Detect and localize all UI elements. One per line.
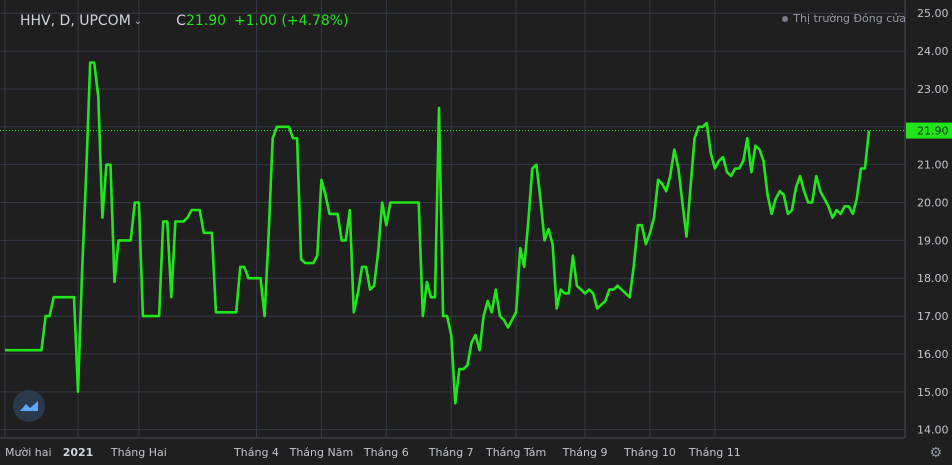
x-tick-label: Tháng 10: [623, 446, 676, 459]
close-value: 21.90: [185, 13, 227, 29]
price-change: +1.00 (+4.78%): [234, 13, 349, 29]
y-tick-label: 15.00: [917, 386, 949, 399]
chart-header: HHV, D, UPCOM ⌄ C 21.90 +1.00 (+4.78%): [20, 11, 349, 31]
y-tick-label: 24.00: [917, 45, 949, 58]
x-tick-label: Tháng 7: [428, 446, 474, 459]
close-label: C: [176, 13, 186, 29]
x-tick-label: Tháng Hai: [110, 446, 167, 459]
x-tick-label: Tháng 9: [562, 446, 608, 459]
x-tick-label: Tháng 6: [363, 446, 409, 459]
y-tick-label: 20.00: [917, 197, 949, 210]
market-status-label: Thị trường Đóng cửa: [793, 12, 906, 25]
y-tick-label: 17.00: [917, 310, 949, 323]
x-tick-label: 2021: [63, 446, 94, 459]
chevron-down-icon: ⌄: [133, 15, 143, 27]
y-tick-label: 19.00: [917, 234, 949, 247]
y-tick-label: 18.00: [917, 272, 949, 285]
x-tick-label: Tháng 4: [233, 446, 279, 459]
symbol-label: HHV, D, UPCOM: [20, 13, 131, 29]
market-status: Thị trường Đóng cửa: [782, 12, 906, 25]
y-tick-label: 16.00: [917, 348, 949, 361]
x-tick-label: Tháng 11: [688, 446, 741, 459]
x-tick-label: Tháng Tám: [485, 446, 546, 459]
gear-icon[interactable]: ⚙: [929, 445, 942, 461]
ohlc-readout: C 21.90 +1.00 (+4.78%): [176, 13, 348, 29]
symbol-selector[interactable]: HHV, D, UPCOM ⌄: [20, 13, 142, 29]
x-tick-label: Mười hai: [5, 446, 52, 459]
x-tick-label: Tháng Năm: [289, 446, 354, 459]
y-tick-label: 23.00: [917, 83, 949, 96]
price-series-line: [5, 61, 871, 405]
last-price-label: 21.90: [917, 125, 949, 138]
y-tick-label: 14.00: [917, 424, 949, 437]
price-chart[interactable]: 14.00 15.00 16.00 17.00 18.00 19.00 20.00 21.00…: [0, 0, 952, 465]
status-dot-icon: [782, 15, 789, 22]
tradingview-logo-icon[interactable]: [13, 390, 45, 422]
y-tick-label: 25.00: [917, 7, 949, 20]
y-tick-label: 21.00: [917, 159, 949, 172]
